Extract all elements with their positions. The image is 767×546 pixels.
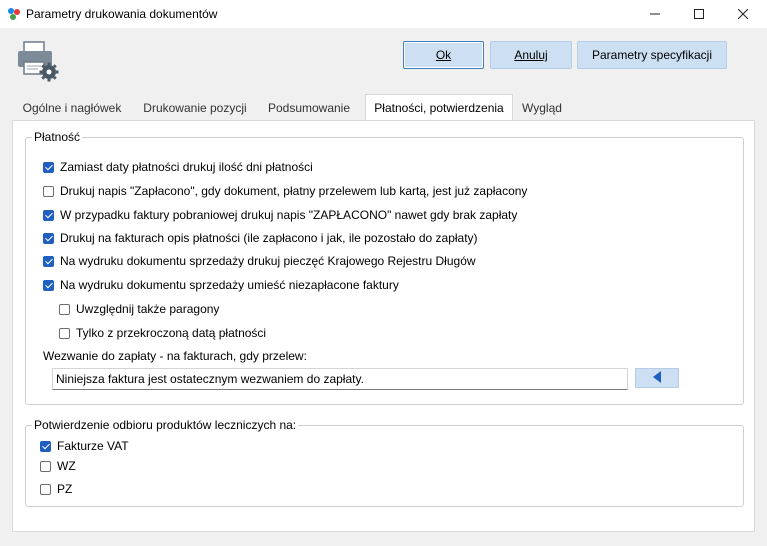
reminder-input-value: Niniejsza faktura jest ostatecznym wezwa… <box>56 372 364 386</box>
option-include-receipts[interactable]: Uwzględnij także paragony <box>59 302 219 316</box>
specification-parameters-button[interactable]: Parametry specyfikacji <box>577 41 727 69</box>
reminder-arrow-button[interactable] <box>635 368 679 388</box>
payment-group: Płatność Zamiast daty płatności drukuj i… <box>25 130 744 405</box>
checkbox[interactable] <box>40 440 51 452</box>
tab-panel-payments: Płatność Zamiast daty płatności drukuj i… <box>12 120 755 532</box>
checkbox[interactable] <box>43 161 54 173</box>
checkbox-label: Na wydruku dokumentu sprzedaży drukuj pi… <box>60 254 476 268</box>
arrow-left-icon <box>652 370 662 386</box>
printer-settings-icon <box>16 40 60 82</box>
ok-button[interactable]: Ok <box>403 41 484 69</box>
maximize-button[interactable] <box>677 0 721 28</box>
minimize-icon <box>650 6 660 22</box>
checkbox[interactable] <box>43 279 54 291</box>
checkbox[interactable] <box>59 327 70 339</box>
print-settings-window: Parametry drukowania dokumentów Ok Anulu… <box>0 0 767 546</box>
ok-button-label: Ok <box>435 48 452 62</box>
reminder-label-row: Wezwanie do zapłaty - na fakturach, gdy … <box>43 349 307 363</box>
payment-group-legend: Płatność <box>32 130 83 144</box>
tab-label: Podsumowanie <box>267 101 351 115</box>
option-vat-invoice[interactable]: Fakturze VAT <box>40 439 129 453</box>
checkbox-label: Drukuj na fakturach opis płatności (ile … <box>60 231 478 245</box>
option-payment-days[interactable]: Zamiast daty płatności drukuj ilość dni … <box>43 160 313 174</box>
option-print-paid[interactable]: Drukuj napis "Zapłacono", gdy dokument, … <box>43 184 527 198</box>
checkbox-label: W przypadku faktury pobraniowej drukuj n… <box>60 208 518 222</box>
cancel-button[interactable]: Anuluj <box>490 41 572 69</box>
checkbox-label: PZ <box>57 482 73 496</box>
checkbox-label: Tylko z przekroczoną datą płatności <box>76 326 267 340</box>
tab-general-header[interactable]: Ogólne i nagłówek <box>12 96 132 120</box>
tab-label: Ogólne i nagłówek <box>22 101 122 115</box>
checkbox-label: Na wydruku dokumentu sprzedaży umieść ni… <box>60 278 399 292</box>
reminder-label: Wezwanie do zapłaty - na fakturach, gdy … <box>43 349 307 363</box>
checkbox[interactable] <box>40 483 51 495</box>
checkbox-label: WZ <box>57 459 76 473</box>
reminder-input[interactable]: Niniejsza faktura jest ostatecznym wezwa… <box>52 368 628 390</box>
tab-summary[interactable]: Podsumowanie <box>263 96 355 120</box>
tab-payments-confirmations[interactable]: Płatności, potwierdzenia <box>365 94 513 121</box>
checkbox[interactable] <box>43 232 54 244</box>
option-overdue-only[interactable]: Tylko z przekroczoną datą płatności <box>59 326 266 340</box>
close-icon <box>737 6 749 22</box>
option-cod-paid[interactable]: W przypadku faktury pobraniowej drukuj n… <box>43 208 517 222</box>
app-icon <box>6 6 22 22</box>
checkbox-label: Uwzględnij także paragony <box>76 302 220 316</box>
checkbox[interactable] <box>59 303 70 315</box>
option-wz[interactable]: WZ <box>40 459 76 473</box>
option-unpaid-invoices[interactable]: Na wydruku dokumentu sprzedaży umieść ni… <box>43 278 399 292</box>
close-button[interactable] <box>721 0 765 28</box>
tab-appearance[interactable]: Wygląd <box>517 96 567 120</box>
checkbox-label: Drukuj napis "Zapłacono", gdy dokument, … <box>60 184 528 198</box>
option-pz[interactable]: PZ <box>40 482 72 496</box>
checkbox-label: Fakturze VAT <box>57 439 129 453</box>
maximize-icon <box>694 6 704 22</box>
tab-label: Wygląd <box>522 101 562 115</box>
checkbox-label: Zamiast daty płatności drukuj ilość dni … <box>60 160 313 174</box>
tab-label: Drukowanie pozycji <box>143 101 247 115</box>
tab-label: Płatności, potwierdzenia <box>374 101 504 115</box>
checkbox[interactable] <box>43 255 54 267</box>
title-bar: Parametry drukowania dokumentów <box>0 0 767 28</box>
checkbox[interactable] <box>43 185 54 197</box>
confirmation-group: Potwierdzenie odbioru produktów lecznicz… <box>25 418 744 507</box>
tab-item-printing[interactable]: Drukowanie pozycji <box>137 96 253 120</box>
window-title: Parametry drukowania dokumentów <box>26 7 218 21</box>
specification-parameters-label: Parametry specyfikacji <box>591 48 713 62</box>
checkbox[interactable] <box>43 209 54 221</box>
minimize-button[interactable] <box>633 0 677 28</box>
option-payment-description[interactable]: Drukuj na fakturach opis płatności (ile … <box>43 231 478 245</box>
checkbox[interactable] <box>40 460 51 472</box>
cancel-button-label: Anuluj <box>514 48 548 62</box>
confirmation-group-legend: Potwierdzenie odbioru produktów lecznicz… <box>32 418 299 432</box>
option-krd-stamp[interactable]: Na wydruku dokumentu sprzedaży drukuj pi… <box>43 254 476 268</box>
